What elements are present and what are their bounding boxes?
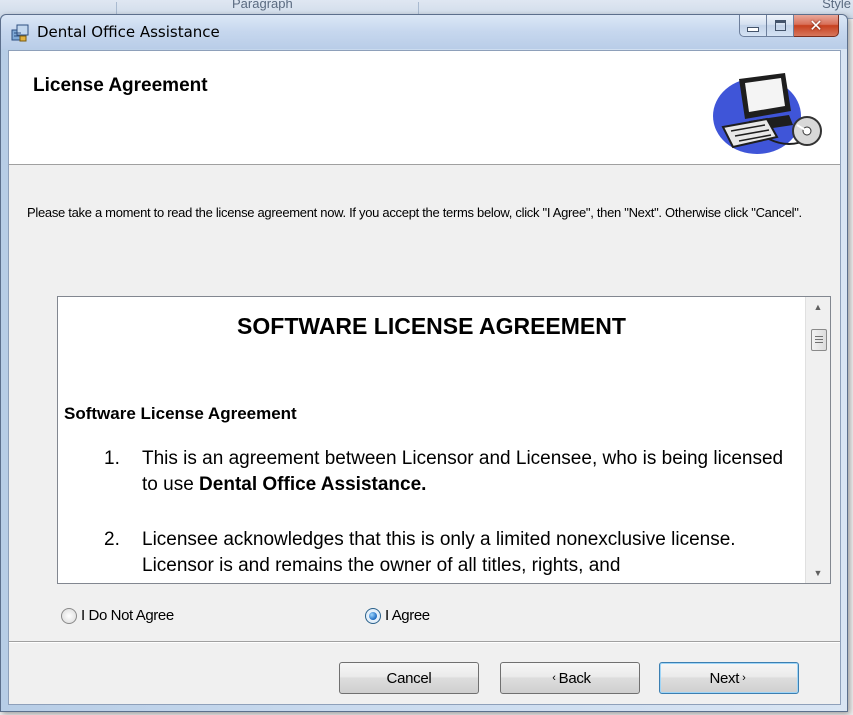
- window-title: Dental Office Assistance: [37, 23, 220, 41]
- back-button-label: Back: [558, 669, 591, 687]
- scroll-up-arrow-icon: ▲: [813, 302, 823, 312]
- maximize-button[interactable]: [767, 15, 794, 37]
- ribbon-separator: [418, 2, 419, 14]
- license-item-number: 1.: [104, 448, 120, 469]
- scroll-thumb[interactable]: [811, 329, 827, 351]
- next-button-label: Next: [709, 669, 740, 687]
- computer-cd-icon: [713, 73, 822, 154]
- thumb-grip: [815, 339, 823, 340]
- license-heading: SOFTWARE LICENSE AGREEMENT: [237, 313, 626, 339]
- installer-window: Dental Office Assistance ✕ License Agree…: [0, 14, 848, 712]
- back-button[interactable]: ‹ Back: [500, 662, 640, 694]
- license-scrollbar[interactable]: ▲ ▼: [805, 297, 830, 583]
- chevron-left-icon: ‹: [552, 672, 556, 684]
- cancel-button[interactable]: Cancel: [339, 662, 479, 694]
- wizard-body: License Agreement Please take a moment t…: [8, 50, 841, 705]
- radio-agree[interactable]: I Agree: [365, 607, 430, 624]
- minimize-icon: [747, 27, 759, 32]
- thumb-grip: [815, 336, 823, 337]
- ribbon-separator: [116, 2, 117, 14]
- license-item-text: This is an agreement between Licensor an…: [142, 446, 802, 498]
- license-item-text: Licensee acknowledges that this is only …: [142, 529, 736, 576]
- ribbon-fragment: Paragraph: [232, 0, 293, 11]
- wizard-banner: License Agreement: [9, 51, 840, 165]
- instructions-text: Please take a moment to read the license…: [27, 205, 802, 220]
- radio-unchecked-icon[interactable]: [61, 607, 77, 624]
- close-icon: ✕: [809, 16, 823, 35]
- thumb-grip: [815, 342, 823, 343]
- close-button[interactable]: ✕: [794, 15, 839, 37]
- product-name: Dental Office Assistance.: [199, 474, 427, 495]
- title-bar[interactable]: Dental Office Assistance ✕: [1, 15, 847, 49]
- maximize-icon: [774, 20, 786, 31]
- radio-do-not-agree[interactable]: I Do Not Agree: [61, 607, 174, 624]
- license-subheading: Software License Agreement: [64, 404, 297, 423]
- caption-buttons: ✕: [739, 15, 839, 37]
- radio-label-do-not-agree: I Do Not Agree: [81, 607, 174, 624]
- license-content: SOFTWARE LICENSE AGREEMENT Software Lice…: [58, 297, 805, 583]
- page-title: License Agreement: [33, 75, 208, 96]
- chevron-right-icon: ›: [742, 672, 746, 684]
- license-text-box[interactable]: SOFTWARE LICENSE AGREEMENT Software Lice…: [57, 296, 831, 584]
- radio-label-agree: I Agree: [385, 607, 430, 624]
- scroll-down-button[interactable]: ▼: [806, 563, 830, 583]
- scroll-up-button[interactable]: ▲: [806, 297, 830, 317]
- installer-app-icon: [11, 24, 29, 42]
- next-button[interactable]: Next ›: [659, 662, 799, 694]
- ribbon-fragment: Style: [822, 0, 851, 11]
- scroll-down-arrow-icon: ▼: [813, 568, 823, 578]
- footer-divider-highlight: [9, 642, 840, 643]
- license-item-number: 2.: [104, 529, 120, 550]
- radio-checked-icon[interactable]: [365, 607, 381, 624]
- cancel-button-label: Cancel: [386, 669, 432, 687]
- minimize-button[interactable]: [739, 15, 767, 37]
